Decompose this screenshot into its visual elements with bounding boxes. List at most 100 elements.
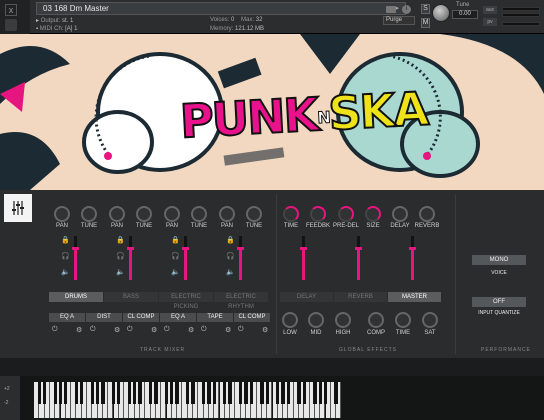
max-voices-value[interactable]: 32 <box>256 17 263 23</box>
input-quantize-button[interactable]: OFF <box>472 297 526 307</box>
tune-knob[interactable] <box>246 206 262 222</box>
headphones-icon[interactable]: 🎧 <box>116 252 125 260</box>
tab-reverb[interactable]: REVERB <box>334 292 387 302</box>
lock-icon[interactable]: 🔒 <box>171 236 180 244</box>
output-value[interactable]: st. 1 <box>62 18 73 24</box>
black-key[interactable] <box>127 382 132 404</box>
tab-master[interactable]: MASTER <box>388 292 441 302</box>
black-key[interactable] <box>154 382 158 404</box>
tab-drums[interactable]: DRUMS <box>49 292 103 302</box>
lock-icon[interactable]: 🔒 <box>226 236 235 244</box>
fx-slot-tape[interactable]: TAPE <box>197 313 233 322</box>
tune-knob[interactable] <box>191 206 207 222</box>
delay-send-knob[interactable] <box>392 206 408 222</box>
instrument-title-field[interactable]: 03 168 Dm Master ◂ ▸ <box>36 2 406 15</box>
mono-button[interactable]: MONO <box>472 255 526 265</box>
pan-knob[interactable] <box>54 206 70 222</box>
black-key[interactable] <box>323 382 328 404</box>
black-key[interactable] <box>260 382 264 404</box>
fx-slot-eq-a[interactable]: EQ A <box>49 313 85 322</box>
camera-icon[interactable] <box>386 6 396 13</box>
routing-icon[interactable]: ⚙ <box>188 326 194 334</box>
mute-button[interactable]: M <box>421 18 430 28</box>
black-key[interactable] <box>207 382 211 404</box>
fader-handle[interactable] <box>182 247 189 251</box>
black-key[interactable] <box>313 382 317 404</box>
headphones-icon[interactable]: 🎧 <box>171 252 180 260</box>
instrument-icon[interactable] <box>5 19 17 31</box>
speaker-icon[interactable]: 🔈 <box>116 268 125 276</box>
black-key[interactable] <box>53 382 57 404</box>
black-key[interactable] <box>239 382 243 404</box>
power-icon[interactable]: ⏻ <box>201 326 207 334</box>
black-key[interactable] <box>223 382 227 404</box>
pan-knob[interactable] <box>109 206 125 222</box>
tune-knob[interactable] <box>81 206 97 222</box>
black-key[interactable] <box>101 382 105 404</box>
comp-knob[interactable] <box>368 312 384 328</box>
reverb-send-knob[interactable] <box>419 206 435 222</box>
eq-high-knob[interactable] <box>335 312 351 328</box>
black-key[interactable] <box>286 382 291 404</box>
fx-slot-eq-a-2[interactable]: EQ A <box>160 313 196 322</box>
speaker-icon[interactable]: 🔈 <box>226 268 235 276</box>
black-key[interactable] <box>74 382 79 404</box>
black-key[interactable] <box>191 382 195 404</box>
delay-fader[interactable] <box>300 236 307 280</box>
black-key[interactable] <box>133 382 137 404</box>
reverb-fader[interactable] <box>355 236 362 280</box>
close-button[interactable]: x <box>5 4 17 16</box>
power-icon[interactable]: ⏻ <box>164 326 170 334</box>
volume-fader[interactable] <box>127 236 134 280</box>
tune-knob[interactable] <box>136 206 152 222</box>
tune-knob[interactable] <box>432 4 450 22</box>
solo-button[interactable]: S <box>421 4 430 14</box>
purge-dropdown[interactable]: Purge <box>383 16 415 25</box>
eq-low-knob[interactable] <box>282 312 298 328</box>
black-key[interactable] <box>228 382 232 404</box>
delay-time-knob[interactable] <box>283 206 299 222</box>
fader-handle[interactable] <box>300 247 307 251</box>
fader-handle[interactable] <box>237 247 244 251</box>
master-time-knob[interactable] <box>395 312 411 328</box>
black-key[interactable] <box>265 382 269 404</box>
tab-bass[interactable]: BASS <box>104 292 158 302</box>
octave-down-button[interactable]: -2 <box>4 400 8 406</box>
black-key[interactable] <box>244 382 248 404</box>
headphones-icon[interactable]: 🎧 <box>61 252 70 260</box>
black-key[interactable] <box>138 382 142 404</box>
headphones-icon[interactable]: 🎧 <box>226 252 235 260</box>
routing-icon[interactable]: ⚙ <box>225 326 231 334</box>
fader-handle[interactable] <box>409 247 416 251</box>
black-key[interactable] <box>164 382 169 404</box>
fader-handle[interactable] <box>72 247 79 251</box>
volume-fader[interactable] <box>72 236 79 280</box>
lock-icon[interactable]: 🔒 <box>61 236 70 244</box>
black-key[interactable] <box>90 382 94 404</box>
volume-fader[interactable] <box>182 236 189 280</box>
piano-keyboard[interactable]: +2 -2 <box>0 376 544 420</box>
volume-fader[interactable] <box>237 236 244 280</box>
tab-electric-picking[interactable]: ELECTRIC PICKING <box>159 292 213 310</box>
power-icon[interactable]: ⏻ <box>90 326 96 334</box>
black-key[interactable] <box>281 382 285 404</box>
black-key[interactable] <box>111 382 116 404</box>
fx-slot-cl-comp[interactable]: CL COMP <box>123 313 159 322</box>
info-icon[interactable]: i <box>402 5 411 14</box>
black-key[interactable] <box>58 382 63 404</box>
eq-mid-knob[interactable] <box>308 312 324 328</box>
routing-icon[interactable]: ⚙ <box>262 326 268 334</box>
routing-icon[interactable]: ⚙ <box>76 326 82 334</box>
routing-icon[interactable]: ⚙ <box>151 326 157 334</box>
black-key[interactable] <box>249 382 253 404</box>
black-key[interactable] <box>175 382 179 404</box>
speaker-icon[interactable]: 🔈 <box>171 268 180 276</box>
master-fader[interactable] <box>409 236 416 280</box>
black-key[interactable] <box>37 382 41 404</box>
octave-up-button[interactable]: +2 <box>4 386 10 392</box>
routing-icon[interactable]: ⚙ <box>114 326 120 334</box>
saturation-knob[interactable] <box>422 312 438 328</box>
black-key[interactable] <box>302 382 306 404</box>
black-key[interactable] <box>170 382 174 404</box>
black-key[interactable] <box>318 382 322 404</box>
